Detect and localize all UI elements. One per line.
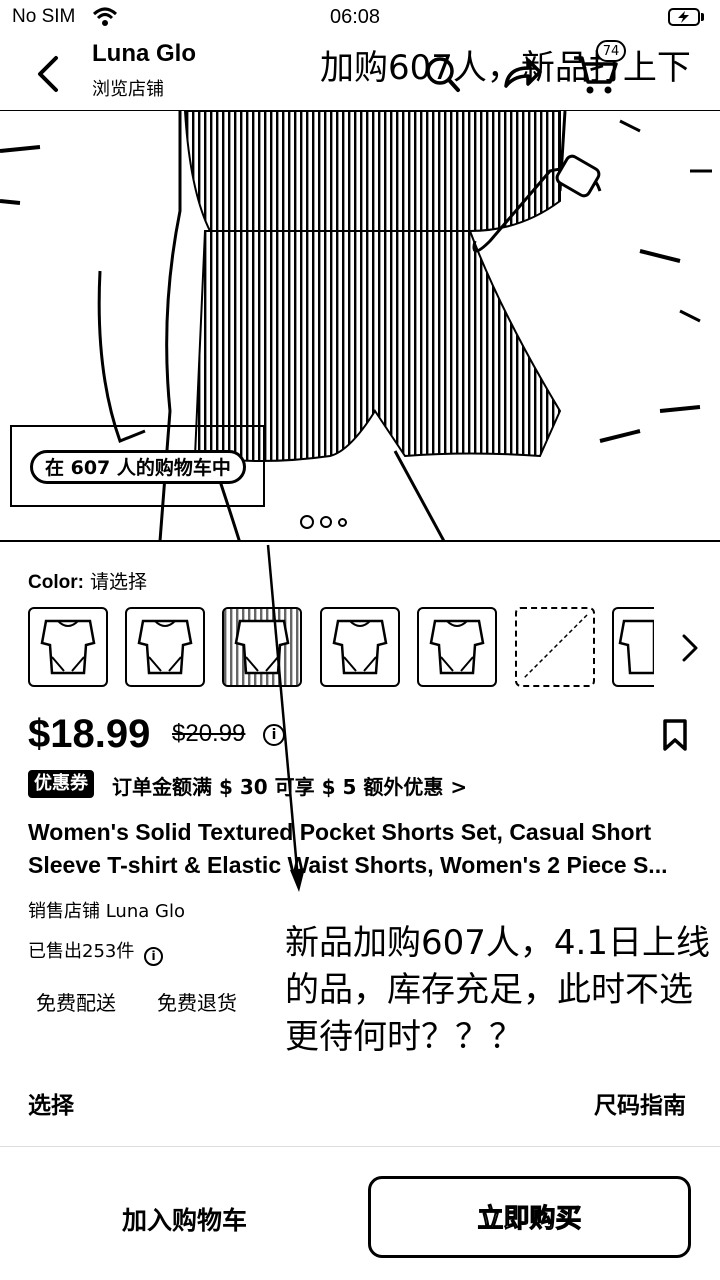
battery-tip [701,13,704,21]
info-icon[interactable]: i [144,947,164,966]
original-price: $20.99 [172,720,246,747]
back-icon[interactable] [30,52,70,96]
clock: 06:08 [330,6,381,28]
cart-count-badge: 74 [596,40,626,62]
color-swatch[interactable] [28,607,108,687]
free-returns-chip: 免费退货 [157,991,237,1015]
size-guide-link[interactable]: 尺码指南 [594,1086,686,1120]
battery-icon [668,8,700,26]
color-swatch[interactable] [222,607,302,687]
product-title-line: Sleeve T-shirt & Elastic Waist Shorts, W… [28,852,668,878]
coupon-tag: 优惠券 [28,770,94,798]
carrier-label: No SIM [12,6,76,27]
store-name[interactable]: Luna Glo [92,40,196,68]
color-swatch[interactable] [417,607,497,687]
wifi-icon [92,7,118,26]
add-to-cart-button[interactable]: 加入购物车 [122,1201,247,1237]
info-icon[interactable]: i [263,724,285,746]
free-shipping-chip: 免费配送 [36,991,116,1015]
product-title: Women's Solid Textured Pocket Shorts Set… [28,816,698,882]
chevron-right-icon[interactable] [676,630,704,666]
color-label: Color: 请选择 [28,567,147,594]
color-swatch[interactable] [612,607,654,687]
color-value: 请选择 [89,571,147,593]
sold-count: 已售出253件 i [28,937,164,966]
status-bar: No SIM 06:08 [0,0,720,36]
color-swatch[interactable] [320,607,400,687]
browse-store-link[interactable]: 浏览店铺 [92,75,164,101]
carousel-dot[interactable] [338,518,347,527]
in-carts-badge: 在 607 人的购物车中 [30,450,246,484]
buy-now-label: 立即购买 [477,1204,582,1235]
divider [0,1146,720,1147]
buy-now-button[interactable]: 立即购买 [368,1176,691,1258]
color-swatch-unavailable[interactable] [515,607,595,687]
sold-count-text: 已售出253件 [28,941,135,962]
coupon-link[interactable]: 订单金额满 $ 30 可享 $ 5 额外优惠 > [112,771,467,800]
share-icon[interactable] [500,52,544,94]
product-title-line: Women's Solid Textured Pocket Shorts Set… [28,819,652,845]
seller-link[interactable]: 销售店铺 Luna Glo [28,897,185,923]
bookmark-icon[interactable] [660,718,690,752]
current-price: $18.99 [28,712,151,756]
search-icon[interactable] [420,55,466,95]
carousel-dots[interactable] [300,515,360,532]
annotation-note: 新品加购607人，4.1日上线的品，库存充足，此时不选更待何时？？？ [285,923,710,1057]
color-swatch[interactable] [125,607,205,687]
carousel-dot[interactable] [300,515,314,529]
carousel-dot[interactable] [320,516,332,528]
color-label-key: Color: [28,572,84,593]
select-option[interactable]: 选择 [28,1086,74,1120]
